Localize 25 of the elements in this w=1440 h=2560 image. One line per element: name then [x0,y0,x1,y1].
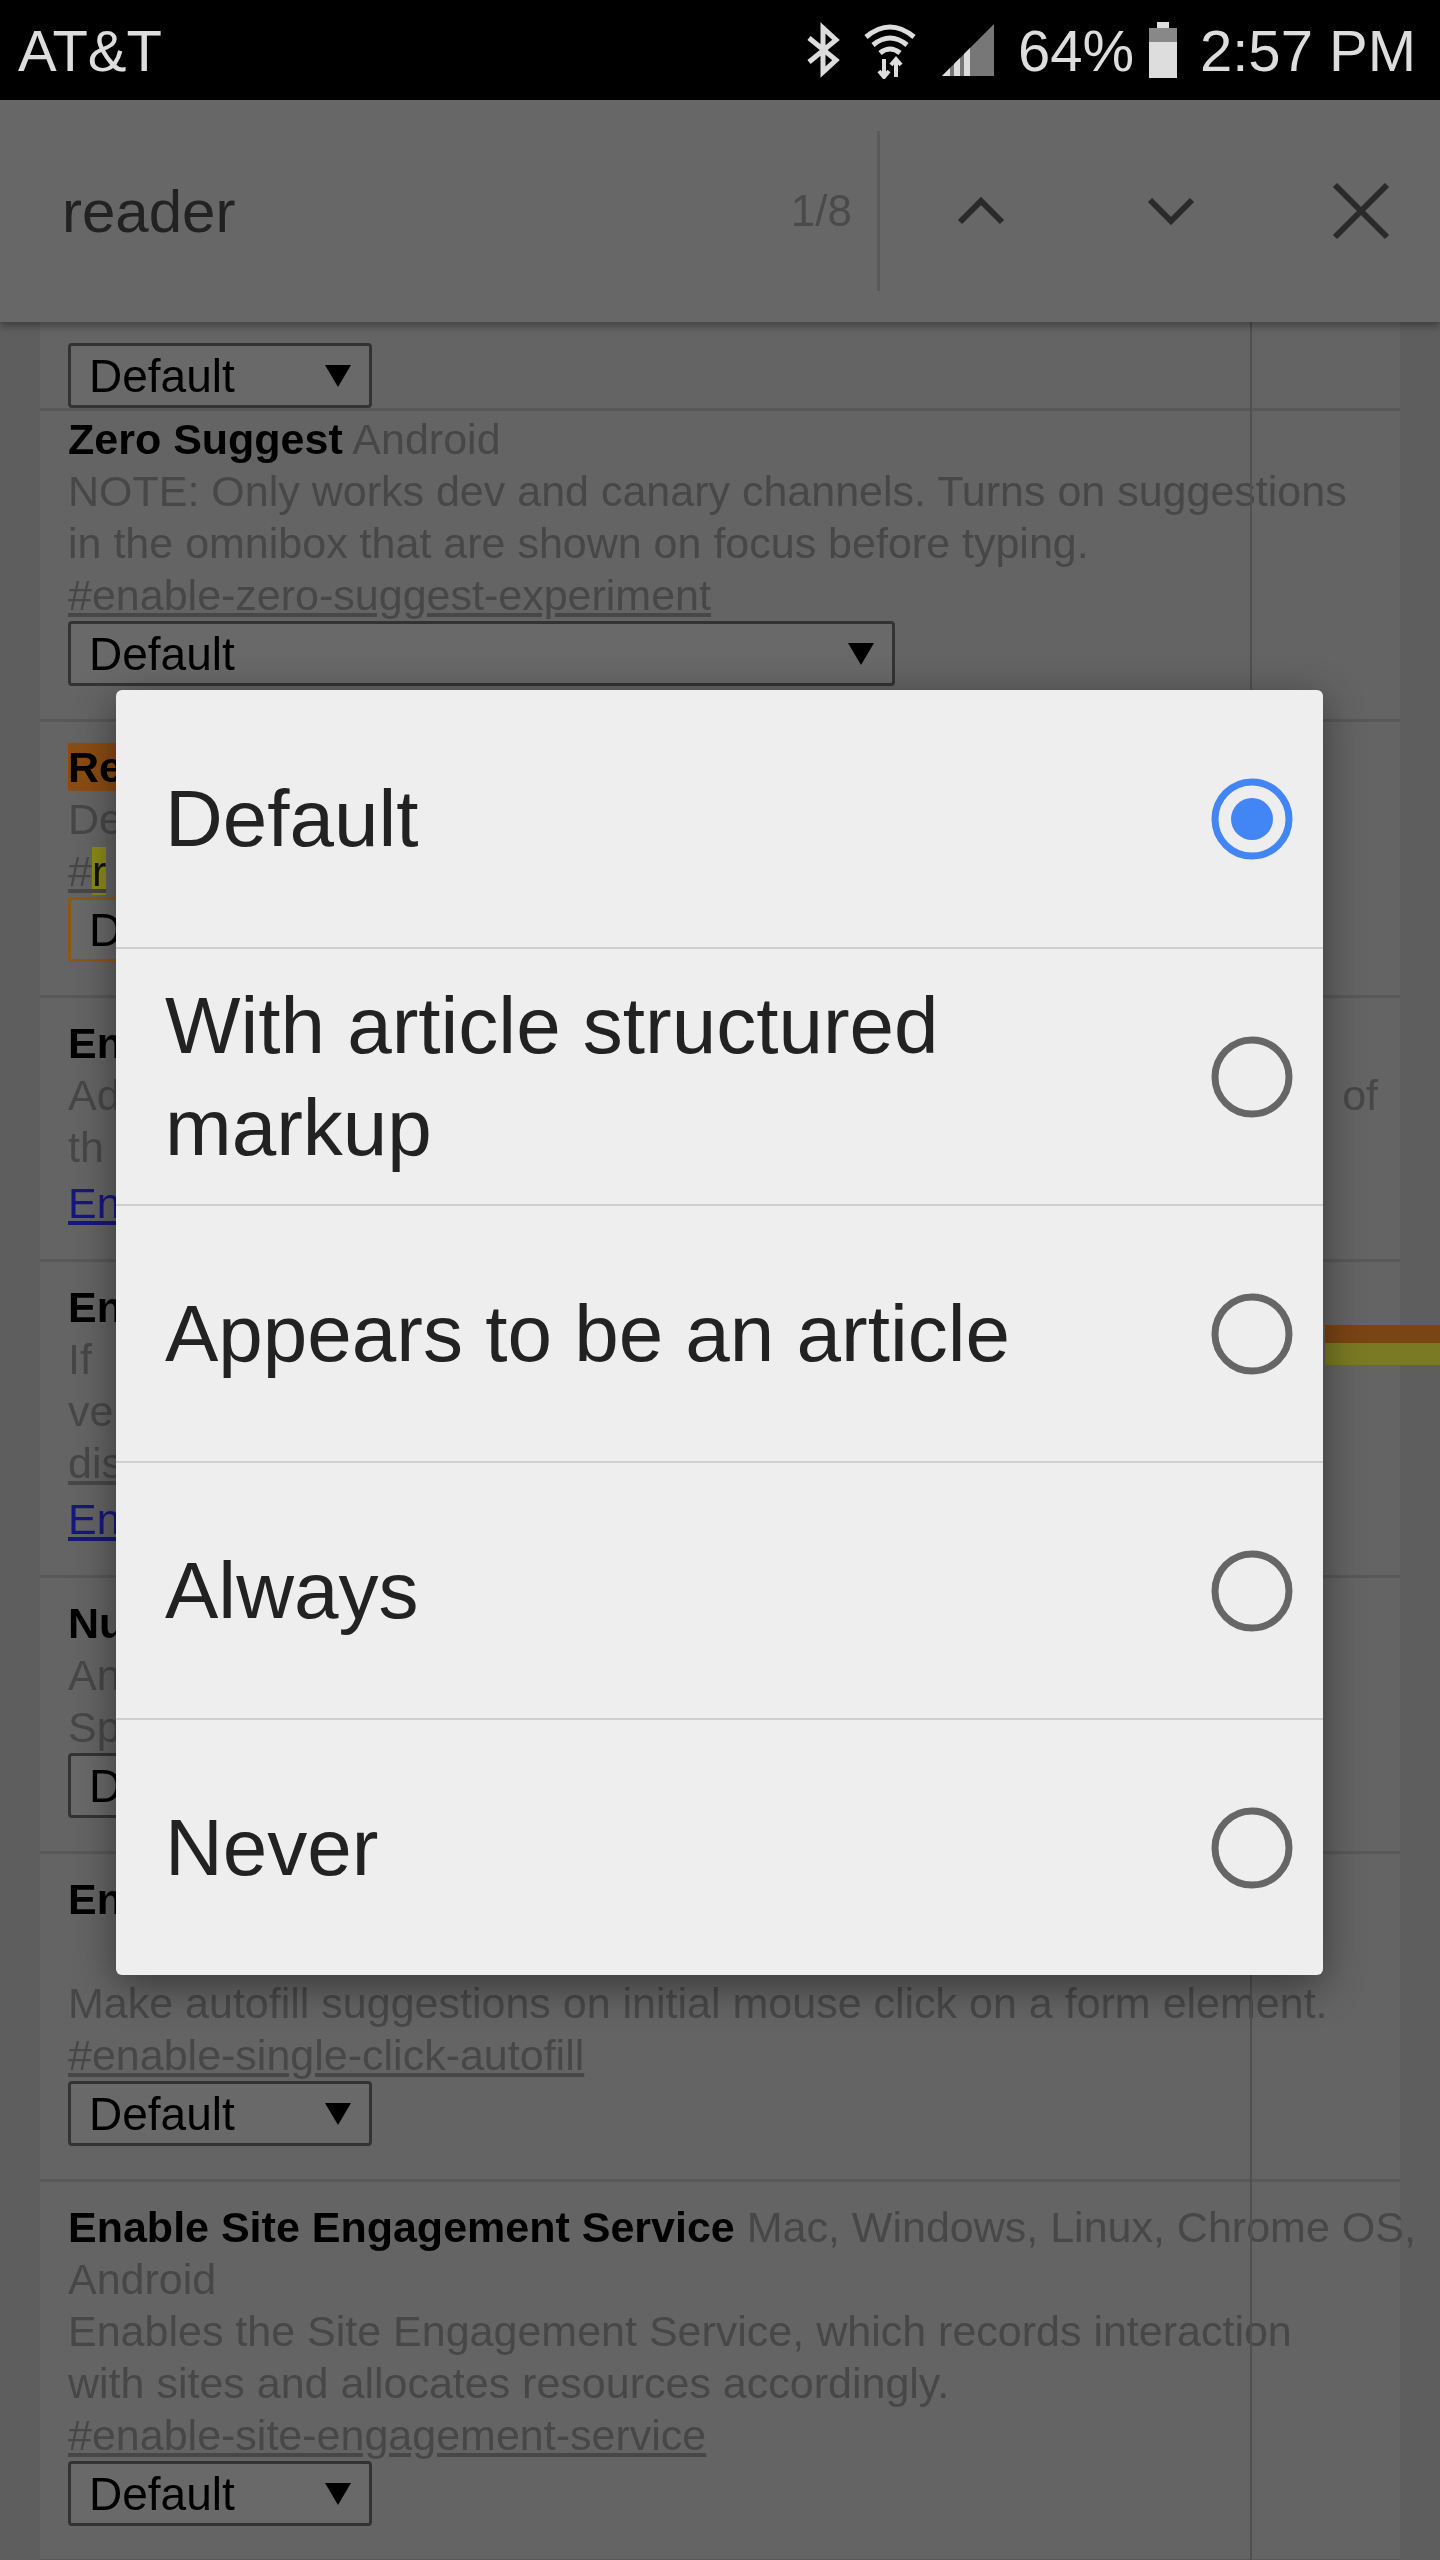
dropdown[interactable]: Default [68,2461,372,2526]
find-input[interactable]: reader [62,176,682,246]
option-label[interactable]: Appears to be an article [165,1282,1211,1385]
chevron-up-icon [956,196,1006,226]
option-label[interactable]: Never [165,1796,1211,1899]
option-label[interactable]: Always [165,1539,1211,1642]
battery-icon [1148,22,1178,78]
option-label[interactable]: With article structured markup [165,974,1211,1179]
chevron-down-icon [1146,196,1196,226]
clock-time: 2:57 PM [1200,16,1416,84]
radio-button[interactable] [1211,1292,1293,1375]
radio-button[interactable] [1211,1035,1293,1118]
bluetooth-icon [805,22,840,78]
option-label[interactable]: Default [165,767,1211,870]
carrier-name: AT&T [18,16,162,84]
flag-title: Zero Suggest [68,415,343,463]
dropdown[interactable]: Default [68,343,372,408]
flag-title: Enable Site Engagement Service [68,2203,735,2251]
radio-button[interactable] [1211,777,1293,860]
radio-button[interactable] [1211,1549,1293,1632]
dropdown[interactable]: Default [68,621,895,686]
dropdown[interactable]: Default [68,2081,372,2146]
close-icon [1331,181,1391,241]
radio-button[interactable] [1211,1806,1293,1889]
battery-percent: 64% [1017,16,1134,84]
